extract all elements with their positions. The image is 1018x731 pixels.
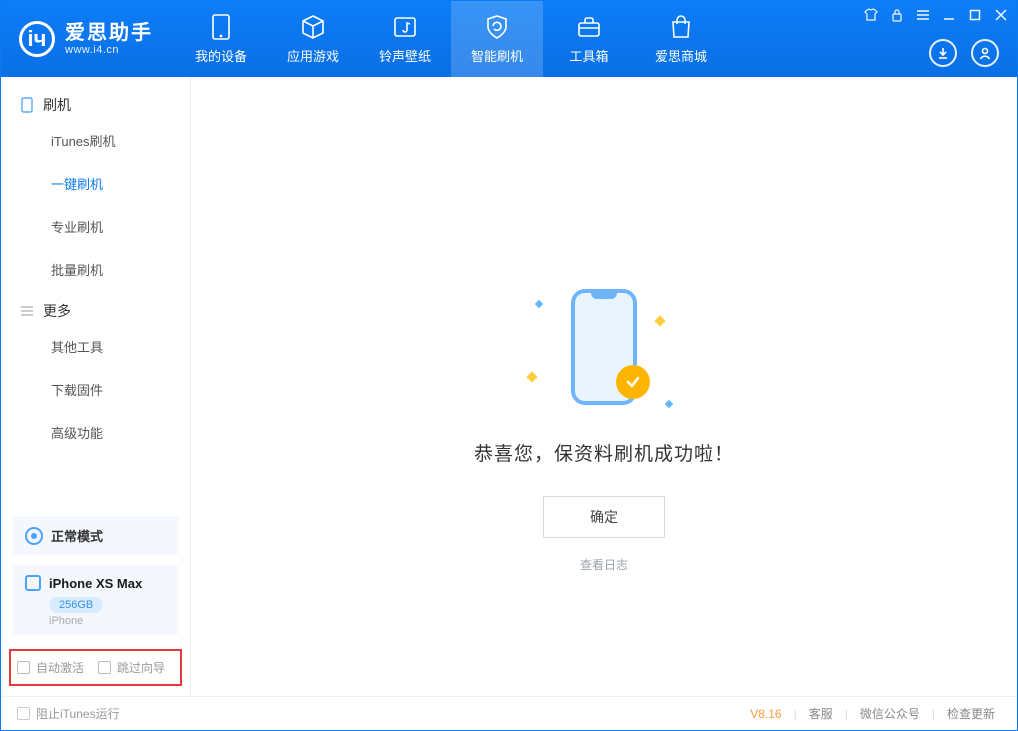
main-content: 恭喜您，保资料刷机成功啦！ 确定 查看日志 (191, 77, 1017, 696)
ok-button[interactable]: 确定 (543, 496, 665, 538)
user-button[interactable] (971, 39, 999, 67)
logo: iч 爱思助手 www.i4.cn (1, 1, 175, 77)
sidebar-item-batch-flash[interactable]: 批量刷机 (1, 248, 190, 291)
sparkle-icon (535, 300, 543, 308)
tshirt-icon[interactable] (863, 7, 879, 23)
close-icon[interactable] (993, 7, 1009, 23)
menu-icon[interactable] (915, 7, 931, 23)
device-name: iPhone XS Max (49, 576, 142, 591)
checkbox-icon (17, 707, 30, 720)
bag-icon (668, 14, 694, 40)
toolbox-icon (576, 14, 602, 40)
app-window: iч 爱思助手 www.i4.cn 我的设备 应用游戏 (0, 0, 1018, 731)
tab-ringtones[interactable]: 铃声壁纸 (359, 1, 451, 77)
footer-link-wechat[interactable]: 微信公众号 (854, 705, 926, 722)
sparkle-icon (654, 315, 665, 326)
device-storage-badge: 256GB (49, 597, 103, 613)
body: 刷机 iTunes刷机 一键刷机 专业刷机 批量刷机 更多 其他工具 下载固件 … (1, 77, 1017, 696)
device-panel: 正常模式 iPhone XS Max 256GB iPhone (1, 508, 190, 643)
sidebar: 刷机 iTunes刷机 一键刷机 专业刷机 批量刷机 更多 其他工具 下载固件 … (1, 77, 191, 696)
sidebar-item-other-tools[interactable]: 其他工具 (1, 325, 190, 368)
sidebar-item-oneclick-flash[interactable]: 一键刷机 (1, 162, 190, 205)
sidebar-item-itunes-flash[interactable]: iTunes刷机 (1, 119, 190, 162)
logo-icon: iч (19, 21, 55, 57)
minimize-icon[interactable] (941, 7, 957, 23)
header-tabs: 我的设备 应用游戏 铃声壁纸 智能刷机 (175, 1, 727, 77)
device-icon (25, 575, 41, 591)
app-name-cn: 爱思助手 (65, 22, 153, 44)
header: iч 爱思助手 www.i4.cn 我的设备 应用游戏 (1, 1, 1017, 77)
sparkle-icon (665, 400, 673, 408)
footer: 阻止iTunes运行 V8.16 | 客服 | 微信公众号 | 检查更新 (1, 696, 1017, 730)
checkbox-icon (98, 661, 111, 674)
device-type: iPhone (49, 615, 166, 627)
sidebar-group-more: 更多 (1, 291, 190, 325)
app-name-en: www.i4.cn (65, 44, 153, 56)
view-log-link[interactable]: 查看日志 (580, 556, 628, 573)
phone-icon (208, 14, 234, 40)
sidebar-group-flash: 刷机 (1, 85, 190, 119)
checkbox-icon (17, 661, 30, 674)
list-icon (19, 303, 35, 319)
download-button[interactable] (929, 39, 957, 67)
mode-icon (25, 527, 43, 545)
tab-toolbox[interactable]: 工具箱 (543, 1, 635, 77)
version-label: V8.16 (750, 707, 781, 721)
check-badge-icon (616, 365, 650, 399)
footer-link-service[interactable]: 客服 (803, 705, 839, 722)
device-card[interactable]: iPhone XS Max 256GB iPhone (13, 565, 178, 635)
music-folder-icon (392, 14, 418, 40)
mode-label: 正常模式 (51, 526, 103, 545)
checkbox-skip-guide[interactable]: 跳过向导 (98, 659, 165, 676)
sparkle-icon (526, 371, 537, 382)
tab-my-device[interactable]: 我的设备 (175, 1, 267, 77)
footer-link-update[interactable]: 检查更新 (941, 705, 1001, 722)
shield-refresh-icon (484, 14, 510, 40)
mode-indicator[interactable]: 正常模式 (13, 516, 178, 555)
device-small-icon (19, 97, 35, 113)
tab-smart-flash[interactable]: 智能刷机 (451, 1, 543, 77)
tab-apps[interactable]: 应用游戏 (267, 1, 359, 77)
sidebar-item-advanced[interactable]: 高级功能 (1, 411, 190, 454)
logo-text: 爱思助手 www.i4.cn (65, 22, 153, 56)
sidebar-item-pro-flash[interactable]: 专业刷机 (1, 205, 190, 248)
checkbox-auto-activate[interactable]: 自动激活 (17, 659, 84, 676)
tab-store[interactable]: 爱思商城 (635, 1, 727, 77)
success-message: 恭喜您，保资料刷机成功啦！ (474, 439, 734, 466)
sidebar-item-download-firmware[interactable]: 下载固件 (1, 368, 190, 411)
window-controls (863, 7, 1009, 23)
lock-icon[interactable] (889, 7, 905, 23)
header-actions (929, 39, 999, 67)
checkbox-block-itunes[interactable]: 阻止iTunes运行 (17, 705, 120, 722)
maximize-icon[interactable] (967, 7, 983, 23)
cube-icon (300, 14, 326, 40)
success-illustration (524, 277, 684, 417)
flash-options-highlight: 自动激活 跳过向导 (9, 649, 182, 686)
